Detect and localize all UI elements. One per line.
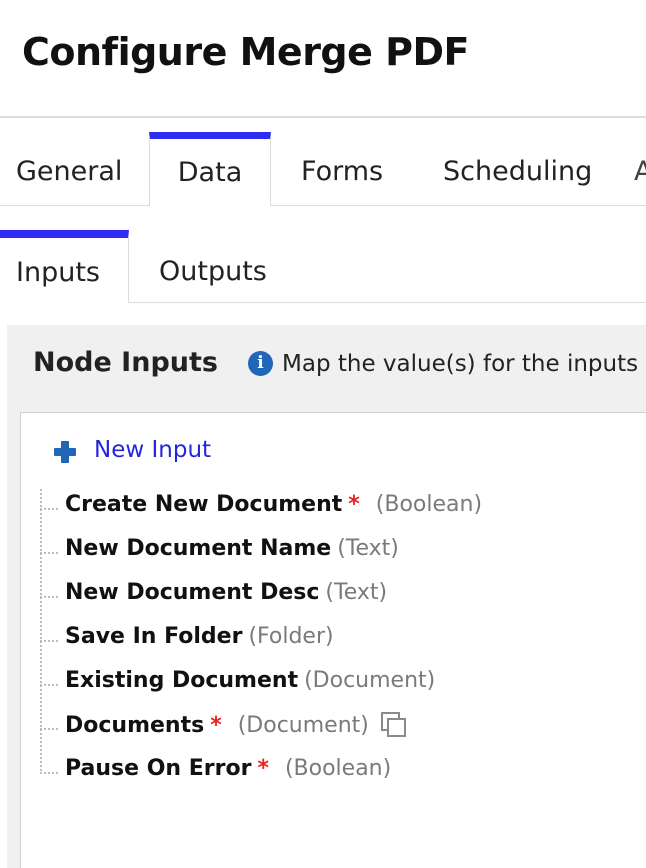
copy-icon[interactable]	[380, 712, 406, 737]
info-icon: i	[248, 351, 273, 376]
inputs-tree-container: New Input Create New Document * (Boolean) …	[20, 412, 646, 868]
tab-inputs[interactable]: Inputs	[0, 230, 129, 303]
panel-header: Node Inputs i Map the value(s) for the i…	[7, 325, 646, 400]
tab-outputs[interactable]: Outputs	[159, 230, 267, 303]
panel-title: Node Inputs	[33, 347, 218, 378]
info-text: Map the value(s) for the inputs of	[282, 351, 646, 377]
tree-branch	[40, 596, 58, 598]
input-type: (Text)	[337, 536, 399, 561]
tab-forms[interactable]: Forms	[301, 132, 383, 206]
new-input-label: New Input	[94, 437, 212, 463]
input-name: New Document Name	[65, 536, 332, 561]
tab-general[interactable]: General	[16, 132, 122, 206]
input-type: (Text)	[325, 580, 388, 605]
tree-branch	[40, 684, 58, 686]
input-name: Save In Folder	[65, 624, 243, 649]
tabs-divider	[0, 205, 646, 206]
required-marker: *	[210, 713, 222, 738]
tree-branch	[40, 552, 58, 554]
tab-next-partial[interactable]: A	[634, 132, 646, 206]
input-type: (Boolean)	[284, 756, 392, 781]
page-title: Configure Merge PDF	[22, 30, 469, 74]
input-name: Pause On Error	[65, 756, 252, 781]
main-tabs: General Data Forms Scheduling A	[0, 132, 646, 206]
input-name: Create New Document	[65, 492, 343, 517]
required-marker: *	[257, 756, 269, 781]
plus-icon	[54, 441, 76, 463]
title-divider	[0, 116, 646, 118]
input-type: (Folder)	[248, 624, 334, 649]
tree-branch	[40, 728, 58, 730]
input-type: (Boolean)	[375, 492, 483, 517]
input-type: (Document)	[237, 713, 369, 738]
tab-data[interactable]: Data	[149, 132, 271, 206]
input-type: (Document)	[304, 668, 436, 693]
input-name: Existing Document	[65, 668, 299, 693]
required-marker: *	[348, 492, 360, 517]
tree-branch	[40, 640, 58, 642]
input-name: New Document Desc	[65, 580, 320, 605]
node-inputs-panel: Node Inputs i Map the value(s) for the i…	[7, 325, 646, 868]
tree-branch	[40, 508, 58, 510]
tree-branch	[40, 772, 58, 774]
sub-tabs: Inputs Outputs	[0, 230, 646, 303]
input-name: Documents	[65, 713, 205, 738]
tab-scheduling[interactable]: Scheduling	[443, 132, 592, 206]
